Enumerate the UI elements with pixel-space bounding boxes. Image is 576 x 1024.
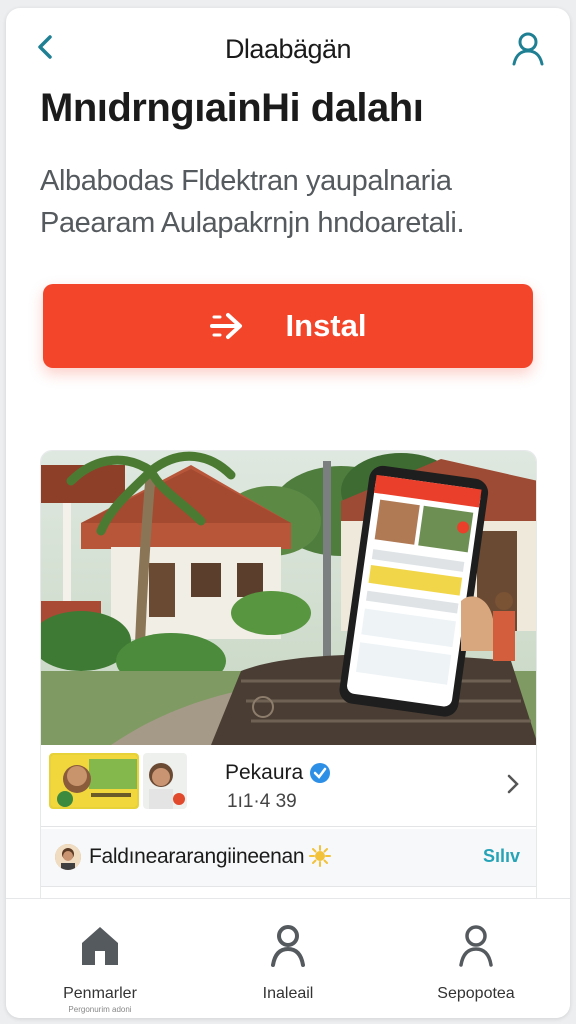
arrow-right-icon xyxy=(209,311,248,341)
profile-button[interactable] xyxy=(508,28,548,68)
comment-text: Faldıneararangiineenan xyxy=(89,845,305,868)
comment-avatar xyxy=(55,844,81,870)
post-meta: 1ı1·4 39 xyxy=(227,791,297,812)
comment-action-link[interactable]: Sılıv xyxy=(483,846,520,867)
nav-item-label: Sepopotea xyxy=(437,985,515,1002)
nav-item-profile[interactable]: Sepopotea xyxy=(382,899,570,1018)
post-thumbnail xyxy=(143,753,187,809)
header-title: Dlaabägän xyxy=(224,34,352,64)
comment-row: Faldıneararangiineenan Sılıv xyxy=(41,829,536,887)
user-icon xyxy=(512,32,544,66)
user-icon xyxy=(268,921,308,969)
chevron-right-icon xyxy=(506,773,520,800)
app-screen: Dlaabägän MnıdrngıainHi dalahı Albabodas… xyxy=(6,8,570,1018)
page-title: MnıdrngıainHi dalahı xyxy=(40,86,424,130)
bottom-nav: Penmarler Pergonurim adoni Inaleail Sepo… xyxy=(6,898,570,1018)
post-author: Pekaura xyxy=(225,761,304,784)
nav-item-sublabel: Pergonurim adoni xyxy=(68,1005,132,1014)
sun-icon xyxy=(309,845,331,872)
village-photo xyxy=(41,451,536,745)
nav-item-home[interactable]: Penmarler Pergonurim adoni xyxy=(6,899,194,1018)
install-button-label: Instal xyxy=(285,308,367,343)
install-button[interactable]: Instal xyxy=(43,284,533,368)
nav-item-label: Inaleail xyxy=(262,985,314,1002)
nav-item-label: Penmarler xyxy=(63,985,137,1002)
post-row[interactable]: Pekaura 1ı1·4 39 xyxy=(41,745,536,827)
top-bar: Dlaabägän xyxy=(6,8,570,88)
home-icon xyxy=(79,921,121,969)
nav-item-install[interactable]: Inaleail xyxy=(194,899,382,1018)
verified-badge-icon xyxy=(309,762,331,789)
post-thumbnail xyxy=(49,753,139,809)
user-icon xyxy=(456,921,496,969)
page-description: Albabodas Fldektran yaupalnaria Paearam … xyxy=(40,165,465,239)
feature-card: Pekaura 1ı1·4 39 Faldıneararangiineenan … xyxy=(40,450,537,920)
